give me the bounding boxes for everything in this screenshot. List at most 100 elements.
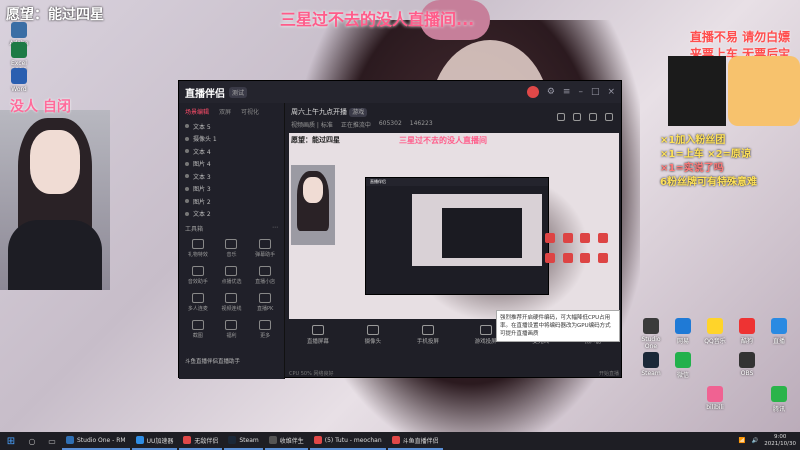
control-label: 摄像头 [364, 339, 382, 345]
taskbar-app[interactable]: Studio One - RM [62, 432, 130, 450]
taskbar-app[interactable]: Steam [224, 432, 263, 450]
close-icon[interactable]: × [607, 87, 615, 97]
task-label: Steam [239, 436, 259, 444]
tool-label: 弹幕助手 [255, 252, 276, 258]
tab-dual-screen[interactable]: 双屏 [219, 107, 231, 116]
tool-button[interactable]: 视频连线 [215, 293, 249, 312]
desktop-icon-word[interactable]: Word [4, 68, 34, 93]
excel-icon [11, 42, 27, 58]
source-label: 图片 2 [193, 198, 211, 206]
phone-cast-button[interactable]: 手机投屏 [417, 325, 439, 345]
layout-icon[interactable] [557, 113, 565, 121]
eye-icon[interactable] [185, 199, 189, 204]
taskbar-app[interactable]: 收维伴生 [264, 432, 308, 450]
source-item[interactable]: 图片 2 [179, 195, 284, 208]
source-item[interactable]: 文本 3 [179, 170, 284, 183]
start-live-button[interactable]: 开始直播 [599, 370, 619, 377]
layers-icon[interactable] [589, 113, 597, 121]
tool-button[interactable]: 截图 [181, 320, 215, 339]
uu-icon [135, 436, 144, 444]
taskbar-app[interactable]: 斗鱼直播伴侣 [387, 432, 443, 450]
tool-button[interactable]: 弹幕助手 [248, 239, 282, 258]
window-titlebar: 直播伴侣 测试 ⚙ ≡ – □ × [179, 81, 621, 103]
task-view-icon[interactable]: ▭ [42, 432, 62, 450]
eye-icon[interactable] [185, 149, 189, 154]
phone-icon [421, 325, 434, 335]
settings-icon[interactable]: ⚙ [547, 87, 555, 97]
desktop-icon-steam[interactable]: Steam [636, 352, 666, 377]
tool-button[interactable]: 音乐 [215, 239, 249, 258]
desktop-icon-live[interactable]: 直播 [764, 318, 794, 345]
desktop-icon-label: 腾讯 [772, 406, 785, 413]
browser-icon [313, 436, 322, 444]
maximize-icon[interactable]: □ [591, 87, 600, 97]
source-item[interactable]: 图片 3 [179, 183, 284, 196]
eye-icon[interactable] [185, 211, 189, 216]
search-icon[interactable]: ○ [22, 432, 42, 450]
tool-button[interactable]: 更多 [248, 320, 282, 339]
tool-button[interactable]: 礼物特效 [181, 239, 215, 258]
tab-scene-edit[interactable]: 场景编辑 [185, 107, 209, 116]
share-icon[interactable] [605, 113, 613, 121]
studio-one-icon [643, 318, 659, 334]
eye-icon[interactable] [185, 186, 189, 191]
eye-icon[interactable] [185, 136, 189, 141]
obs-icon [739, 352, 755, 368]
taskbar-app[interactable]: UU加速器 [131, 432, 178, 450]
app-icon [597, 233, 608, 243]
tab-visual[interactable]: 可视化 [241, 107, 259, 116]
source-item[interactable]: 文本 2 [179, 208, 284, 221]
desktop-icon-qqmusic[interactable]: QQ音乐 [700, 318, 730, 345]
minimize-icon[interactable]: – [578, 87, 583, 97]
screen-capture-button[interactable]: 直播屏幕 [307, 325, 329, 345]
stream-title[interactable]: 周六上午九点开播 [291, 108, 347, 116]
source-item[interactable]: 摄像头 1 [179, 133, 284, 146]
desktop-icon-studio-one[interactable]: Studio One [636, 318, 666, 350]
source-item[interactable]: 文本 5 [179, 120, 284, 133]
tool-button[interactable]: 音效助手 [181, 266, 215, 285]
taskbar-app[interactable]: 无敌伴侣 [179, 432, 223, 450]
more-icon[interactable]: ⋯ [272, 224, 278, 233]
monitor-icon [311, 325, 324, 335]
tool-icon [191, 266, 204, 276]
source-item[interactable]: 文本 4 [179, 145, 284, 158]
tool-label: 直播PK [257, 306, 274, 312]
desktop-icon-tencent[interactable]: 腾讯 [764, 386, 794, 413]
app-icon [268, 436, 277, 444]
task-label: UU加速器 [146, 437, 174, 445]
desktop-icon-kugou[interactable]: 酷狗 [732, 318, 762, 345]
clock[interactable]: 9:00 2021/10/30 [764, 434, 796, 448]
game-cast-button[interactable]: 游戏投屏 [475, 325, 497, 345]
grid-icon[interactable] [573, 113, 581, 121]
tool-button[interactable]: 点播优选 [215, 266, 249, 285]
category-badge[interactable]: 游戏 [349, 108, 368, 117]
desktop-icon-bilibili[interactable]: bilibili [700, 386, 730, 411]
taskbar-app[interactable]: (5) Tutu - meochan [309, 432, 386, 450]
tool-button[interactable]: 福利 [215, 320, 249, 339]
source-item[interactable]: 图片 4 [179, 158, 284, 171]
tool-label: 音乐 [226, 252, 237, 258]
eye-icon[interactable] [185, 174, 189, 179]
eye-icon[interactable] [185, 161, 189, 166]
quality-label[interactable]: 视频画质 | 标准 [291, 120, 333, 129]
stream-preview[interactable]: 愿望：能过四星 三星过不去的没人直播间 直播伴侣 [289, 133, 619, 319]
encoding-tooltip: 强烈推荐开启硬件编码，可大幅降低CPU占用率。在直播设置中将编码器改为GPU编码… [496, 310, 620, 342]
tool-label: 视频连线 [221, 306, 242, 312]
eye-icon[interactable] [185, 124, 189, 129]
windows-icon[interactable]: ⊞ [0, 432, 22, 450]
tool-button[interactable]: 多人连麦 [181, 293, 215, 312]
control-label: 游戏投屏 [474, 339, 497, 345]
camera-button[interactable]: 摄像头 [364, 325, 382, 345]
menu-icon[interactable]: ≡ [563, 87, 571, 97]
volume-icon[interactable]: 🔊 [751, 438, 758, 444]
user-avatar[interactable] [526, 86, 539, 98]
tool-button[interactable]: 直播PK [248, 293, 282, 312]
desktop-icon-obs[interactable]: OBS [732, 352, 762, 377]
desktop-icon-wechat[interactable]: 微信 [668, 352, 698, 379]
tool-button[interactable]: 直播小店 [248, 266, 282, 285]
task-label: (5) Tutu - meochan [324, 436, 382, 444]
network-icon[interactable]: 📶 [739, 438, 746, 444]
tool-icon [191, 239, 204, 249]
source-label: 文本 5 [193, 123, 211, 131]
desktop-icon-netease[interactable]: 网易 [668, 318, 698, 345]
